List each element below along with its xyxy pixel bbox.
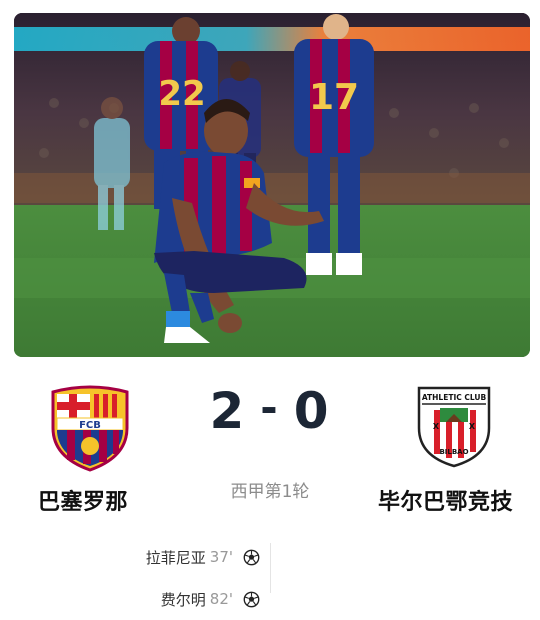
player-number-22: 22: [158, 74, 205, 114]
match-photo-illustration: 22 17: [14, 13, 530, 357]
goal-minute: 37': [209, 548, 233, 566]
goal-minute: 82': [209, 590, 233, 608]
athletic-club-crest-icon: ATHLETIC CLUB X X BILBAO: [416, 384, 492, 468]
home-team-name[interactable]: 巴塞罗那: [38, 484, 128, 516]
competition-round[interactable]: 西甲第1轮: [190, 477, 350, 502]
goal-scorers-list: 拉菲尼亚 37' 费尔明 82': [100, 536, 260, 620]
scorer-row: 拉菲尼亚 37': [100, 536, 260, 578]
football-icon: [243, 549, 260, 565]
home-score: 2: [209, 382, 247, 440]
away-score: 0: [293, 382, 331, 440]
away-team-name[interactable]: 毕尔巴鄂竞技: [378, 484, 513, 516]
scoreboard: 2-0: [190, 382, 350, 440]
athletic-crest-text-bottom: BILBAO: [439, 448, 468, 456]
score-separator: -: [260, 383, 280, 432]
match-photo: 22 17: [14, 13, 530, 357]
scorer-name[interactable]: 拉菲尼亚: [146, 547, 206, 568]
scorer-row: 费尔明 82': [100, 578, 260, 620]
football-icon: [243, 591, 260, 607]
scorers-divider: [270, 543, 271, 593]
player-number-17: 17: [309, 77, 359, 118]
athletic-crest-text-top: ATHLETIC CLUB: [422, 393, 487, 402]
svg-text:X: X: [433, 422, 440, 431]
svg-text:X: X: [469, 422, 476, 431]
barcelona-crest-icon: FCB: [47, 382, 133, 472]
barcelona-crest-text: FCB: [79, 420, 101, 431]
scorer-name[interactable]: 费尔明: [161, 589, 206, 610]
